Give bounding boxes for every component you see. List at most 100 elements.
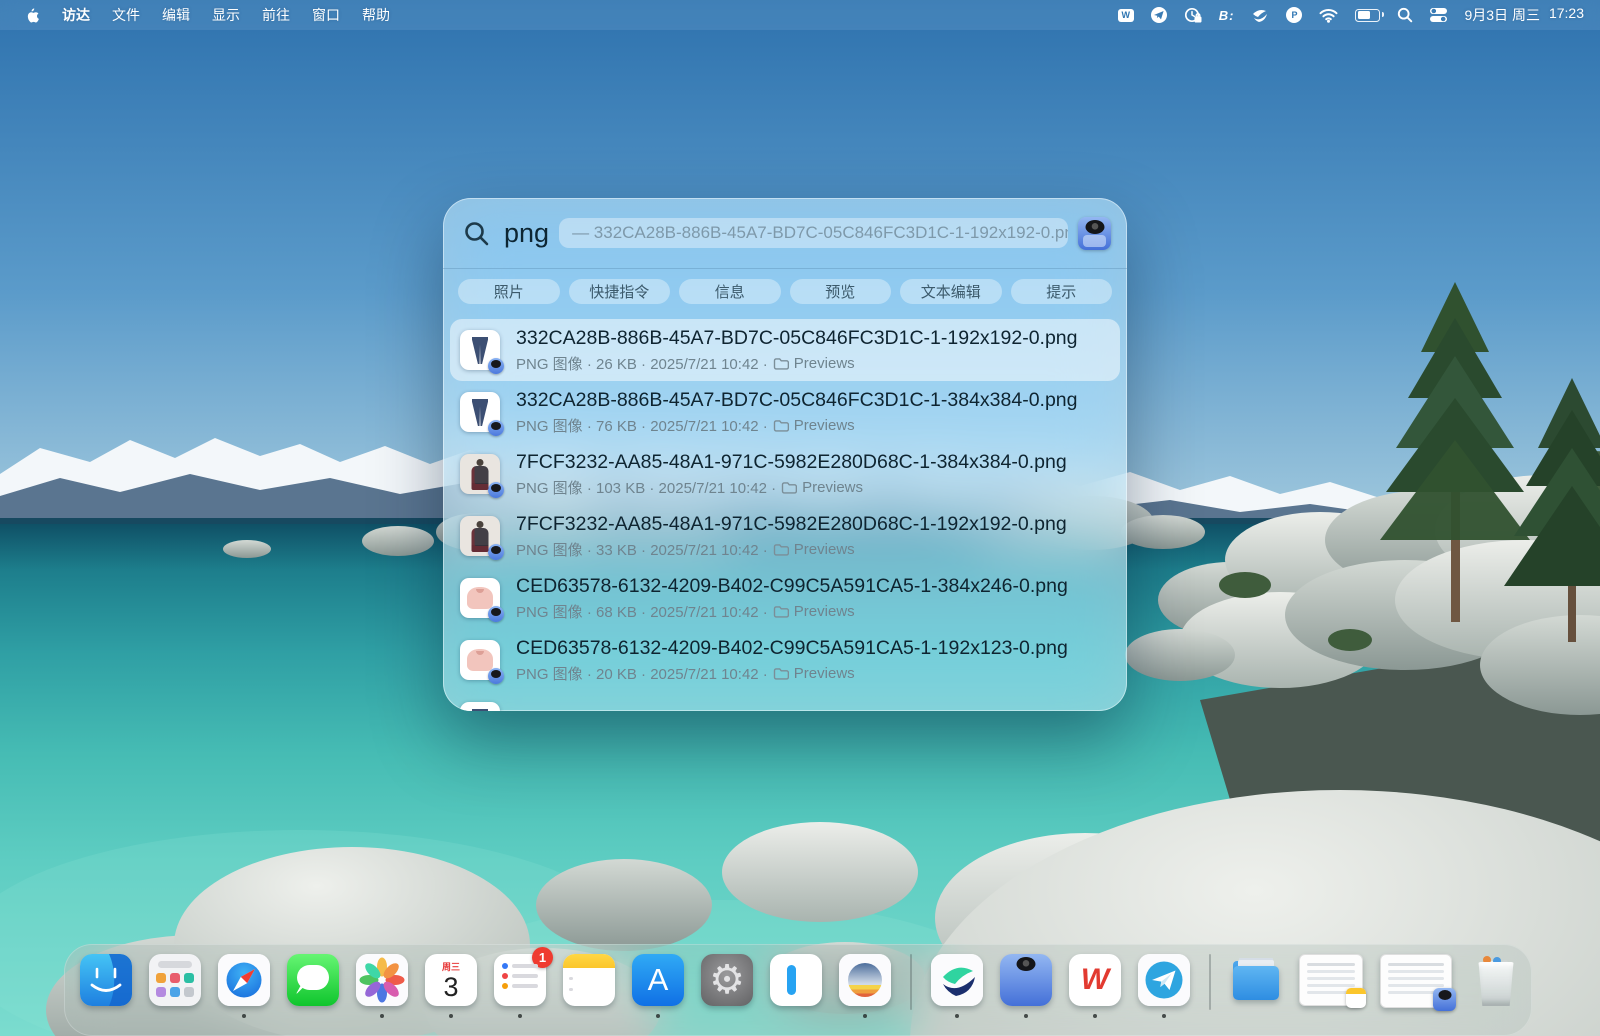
result-row-5[interactable]: CED63578-6132-4209-B402-C99C5A591CA5-1-3… xyxy=(450,567,1120,629)
dock-wps-office[interactable]: W xyxy=(1069,954,1121,1006)
result-location: Previews xyxy=(794,417,855,434)
result-row-2[interactable]: 332CA28B-886B-45A7-BD7C-05C846FC3D1C-1-3… xyxy=(450,381,1120,443)
dock-reminders[interactable]: 1 xyxy=(494,954,546,1006)
filter-photos[interactable]: 照片 xyxy=(458,279,560,304)
search-suggestion[interactable]: — 332CA28B-886B-45A7-BD7C-05C846FC3D1C-1… xyxy=(559,218,1068,248)
dock-minimized-window-2[interactable] xyxy=(1380,954,1452,1008)
menu-bar-status: W B: P xyxy=(1118,5,1600,25)
lens-badge-icon xyxy=(488,482,504,498)
dock-system-settings[interactable]: ⚙ xyxy=(701,954,753,1006)
wps-letter: W xyxy=(1081,963,1109,997)
telegram-icon[interactable] xyxy=(1151,7,1167,23)
result-row-7[interactable]: C3B03FA7-F448-430F-B049-52CF6B1C420F-1-3… xyxy=(450,691,1120,711)
wps-icon[interactable]: W xyxy=(1118,9,1134,22)
menu-edit[interactable]: 编辑 xyxy=(151,5,201,25)
menu-bar: 访达 文件 编辑 显示 前往 窗口 帮助 W B: P xyxy=(0,0,1600,30)
result-text: CED63578-6132-4209-B402-C99C5A591CA5-1-1… xyxy=(516,637,1068,684)
apple-icon xyxy=(24,6,39,24)
dock-sunrise-app[interactable] xyxy=(839,954,891,1006)
search-query[interactable]: png xyxy=(504,218,549,249)
lens-app-icon[interactable] xyxy=(1078,217,1111,250)
dock-photos[interactable] xyxy=(356,954,408,1006)
launchpad-tile xyxy=(170,987,180,997)
result-filename: 332CA28B-886B-45A7-BD7C-05C846FC3D1C-1-3… xyxy=(516,389,1078,412)
safari-icon xyxy=(218,954,270,1006)
screen-time-icon[interactable] xyxy=(1184,7,1202,24)
menu-clock[interactable]: 9月3日 周三 17:23 xyxy=(1464,5,1584,25)
dock-minimized-window-1[interactable] xyxy=(1299,954,1363,1006)
filter-tips[interactable]: 提示 xyxy=(1011,279,1113,304)
file-thumbnail xyxy=(460,516,500,556)
clock-lock-icon xyxy=(1184,7,1202,24)
trash-can-icon xyxy=(1477,962,1515,1006)
menu-window[interactable]: 窗口 xyxy=(301,5,351,25)
reminder-line xyxy=(512,974,538,978)
menu-go[interactable]: 前往 xyxy=(251,5,301,25)
file-thumbnail xyxy=(460,578,500,618)
window-content-lines xyxy=(1388,963,1444,966)
calendar-day: 3 xyxy=(425,973,477,1001)
spotlight-search-bar[interactable]: png — 332CA28B-886B-45A7-BD7C-05C846FC3D… xyxy=(443,198,1127,269)
result-meta: PNG 图像 · 26 KB · 2025/7/21 10:42 · Previ… xyxy=(516,353,1078,374)
result-meta: PNG 图像 · 68 KB · 2025/7/21 10:42 · Previ… xyxy=(516,601,1068,622)
result-filename: CED63578-6132-4209-B402-C99C5A591CA5-1-3… xyxy=(516,575,1068,598)
result-filename: 7FCF3232-AA85-48A1-971C-5982E280D68C-1-1… xyxy=(516,513,1067,536)
dock-app-store[interactable]: A xyxy=(632,954,684,1006)
menu-file[interactable]: 文件 xyxy=(101,5,151,25)
filter-chips: 照片 快捷指令 信息 预览 文本编辑 提示 xyxy=(443,269,1127,313)
filter-messages[interactable]: 信息 xyxy=(679,279,781,304)
dock-finder[interactable] xyxy=(80,954,132,1006)
wifi-arcs-icon xyxy=(1319,8,1338,23)
result-text: 332CA28B-886B-45A7-BD7C-05C846FC3D1C-1-1… xyxy=(516,327,1078,374)
swoosh-icon[interactable] xyxy=(1251,7,1269,23)
result-filename: C3B03FA7-F448-430F-B049-52CF6B1C420F-1-3… xyxy=(516,711,1066,712)
menu-view[interactable]: 显示 xyxy=(201,5,251,25)
result-meta: PNG 图像 · 103 KB · 2025/7/21 10:42 · Prev… xyxy=(516,477,1067,498)
result-info: PNG 图像 · 20 KB · 2025/7/21 10:42 · xyxy=(516,663,768,684)
telegram-icon xyxy=(1138,954,1190,1006)
file-thumbnail xyxy=(460,330,500,370)
result-location: Previews xyxy=(794,355,855,372)
telegram-plane-icon xyxy=(1151,7,1167,23)
result-row-3[interactable]: 7FCF3232-AA85-48A1-971C-5982E280D68C-1-3… xyxy=(450,443,1120,505)
dock-launchpad[interactable] xyxy=(149,954,201,1006)
dock-calendar[interactable]: 周三 3 xyxy=(425,954,477,1006)
apple-menu[interactable] xyxy=(12,6,51,24)
dock-trash[interactable] xyxy=(1469,954,1523,1006)
filter-shortcuts[interactable]: 快捷指令 xyxy=(569,279,671,304)
dock-notes[interactable] xyxy=(563,954,615,1006)
wifi-icon[interactable] xyxy=(1319,8,1338,23)
battery-icon[interactable] xyxy=(1355,9,1380,22)
control-center-icon[interactable] xyxy=(1430,8,1447,22)
lens-badge-icon xyxy=(488,606,504,622)
p-circle-icon[interactable]: P xyxy=(1286,7,1302,23)
menu-help[interactable]: 帮助 xyxy=(351,5,401,25)
dock-messages[interactable] xyxy=(287,954,339,1006)
dock: 周三 3 1 A ⚙ xyxy=(64,944,1532,1036)
result-row-1[interactable]: 332CA28B-886B-45A7-BD7C-05C846FC3D1C-1-1… xyxy=(450,319,1120,381)
sunrise-icon xyxy=(839,954,891,1006)
dock-swoosh-app[interactable] xyxy=(931,954,983,1006)
result-row-4[interactable]: 7FCF3232-AA85-48A1-971C-5982E280D68C-1-1… xyxy=(450,505,1120,567)
result-meta: PNG 图像 · 33 KB · 2025/7/21 10:42 · Previ… xyxy=(516,539,1067,560)
result-location: Previews xyxy=(802,479,863,496)
bob-icon[interactable]: B: xyxy=(1219,8,1235,23)
lens-mini-icon xyxy=(1433,988,1456,1011)
dock-safari[interactable] xyxy=(218,954,270,1006)
filter-preview[interactable]: 预览 xyxy=(790,279,892,304)
file-thumbnail xyxy=(460,702,500,711)
swoosh-bird-icon xyxy=(931,954,983,1006)
dock-downloads-folder[interactable] xyxy=(1230,954,1282,1006)
search-icon[interactable] xyxy=(1397,7,1413,23)
filter-textedit[interactable]: 文本编辑 xyxy=(900,279,1002,304)
result-info: PNG 图像 · 103 KB · 2025/7/21 10:42 · xyxy=(516,477,776,498)
lens-badge-icon xyxy=(488,668,504,684)
dock-lens-app[interactable] xyxy=(1000,954,1052,1006)
dock-telegram[interactable] xyxy=(1138,954,1190,1006)
dock-blue-bar-app[interactable] xyxy=(770,954,822,1006)
result-location: Previews xyxy=(794,541,855,558)
window-content-lines xyxy=(1307,963,1355,966)
gear-icon: ⚙ xyxy=(709,960,745,1000)
menu-app-name[interactable]: 访达 xyxy=(51,5,101,25)
result-row-6[interactable]: CED63578-6132-4209-B402-C99C5A591CA5-1-1… xyxy=(450,629,1120,691)
